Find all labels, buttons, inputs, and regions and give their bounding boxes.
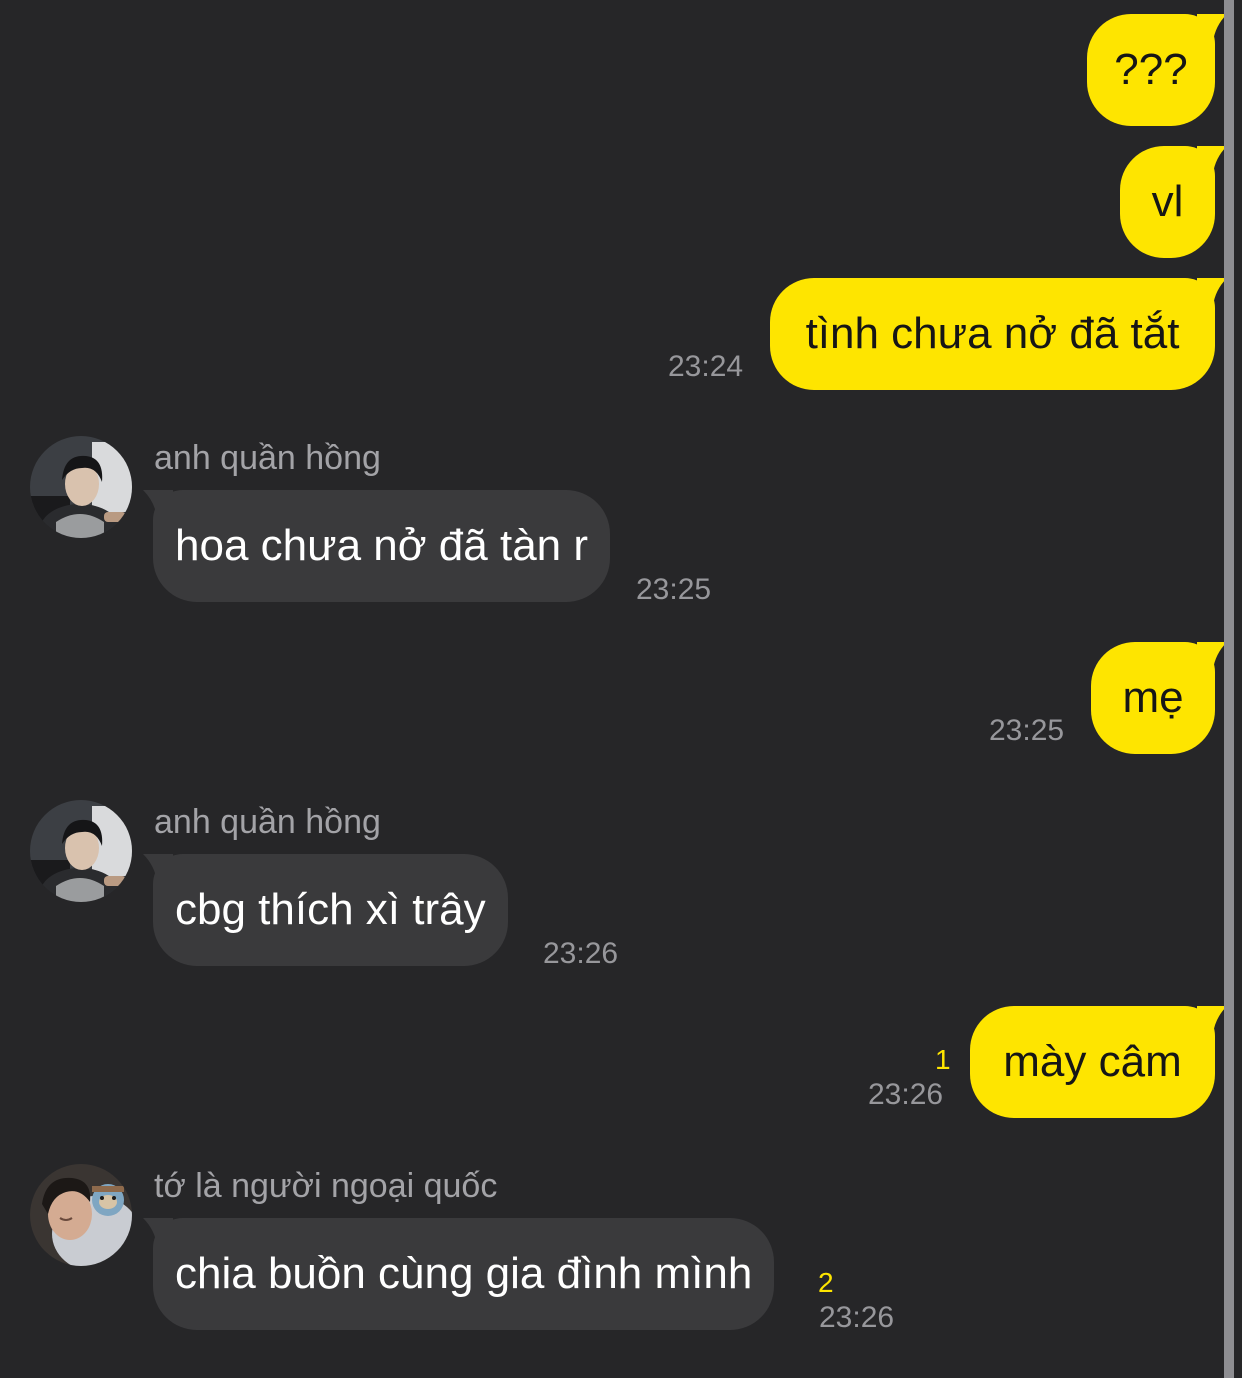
message-text: mày câm (1003, 1037, 1182, 1086)
message-text: cbg thích xì trây (175, 885, 486, 934)
sent-message-bubble[interactable]: tình chưa nở đã tắt (770, 278, 1227, 390)
bubble-tail (1197, 640, 1227, 670)
message-timestamp: 23:25 (989, 714, 1065, 747)
chat-view[interactable]: ??? vl tình chưa nở đã tắt 23:24 anh quầ… (0, 0, 1242, 1378)
message-text: chia buồn cùng gia đình mình (175, 1249, 753, 1298)
message-timestamp: 23:26 (868, 1078, 944, 1111)
message-text: hoa chưa nở đã tàn r (175, 521, 589, 570)
bubble-tail (1197, 144, 1227, 174)
sender-avatar[interactable] (30, 436, 132, 538)
received-message-bubble[interactable]: cbg thích xì trây (143, 854, 508, 966)
received-message-bubble[interactable]: hoa chưa nở đã tàn r (143, 490, 611, 602)
sender-avatar[interactable] (30, 1164, 132, 1266)
sent-message-bubble[interactable]: ??? (1087, 14, 1227, 126)
unread-count: 1 (935, 1044, 951, 1075)
sent-message-bubble[interactable]: mẹ (1091, 642, 1227, 754)
scrollbar[interactable] (1224, 0, 1234, 1378)
bubble-tail (1197, 276, 1227, 306)
bubble-tail (143, 1216, 173, 1246)
sender-name: anh quần hồng (154, 439, 381, 477)
sent-message-bubble[interactable]: mày câm (970, 1006, 1227, 1118)
message-timestamp: 23:24 (668, 350, 744, 383)
sender-name: tớ là người ngoại quốc (154, 1167, 498, 1205)
message-text: vl (1151, 177, 1184, 226)
bubble-tail (143, 488, 173, 518)
sent-message-bubble[interactable]: vl (1120, 146, 1227, 258)
bubble-tail (1197, 12, 1227, 42)
unread-count: 2 (818, 1267, 834, 1298)
message-text: mẹ (1122, 673, 1184, 722)
received-message-bubble[interactable]: chia buồn cùng gia đình mình (143, 1218, 775, 1330)
message-timestamp: 23:26 (543, 937, 619, 970)
sender-avatar[interactable] (30, 800, 132, 902)
message-text: ??? (1114, 45, 1188, 94)
message-timestamp: 23:25 (636, 573, 712, 606)
bubble-tail (1197, 1004, 1227, 1034)
message-timestamp: 23:26 (819, 1301, 895, 1334)
sender-name: anh quần hồng (154, 803, 381, 841)
bubble-tail (143, 852, 173, 882)
message-text: tình chưa nở đã tắt (805, 309, 1180, 358)
